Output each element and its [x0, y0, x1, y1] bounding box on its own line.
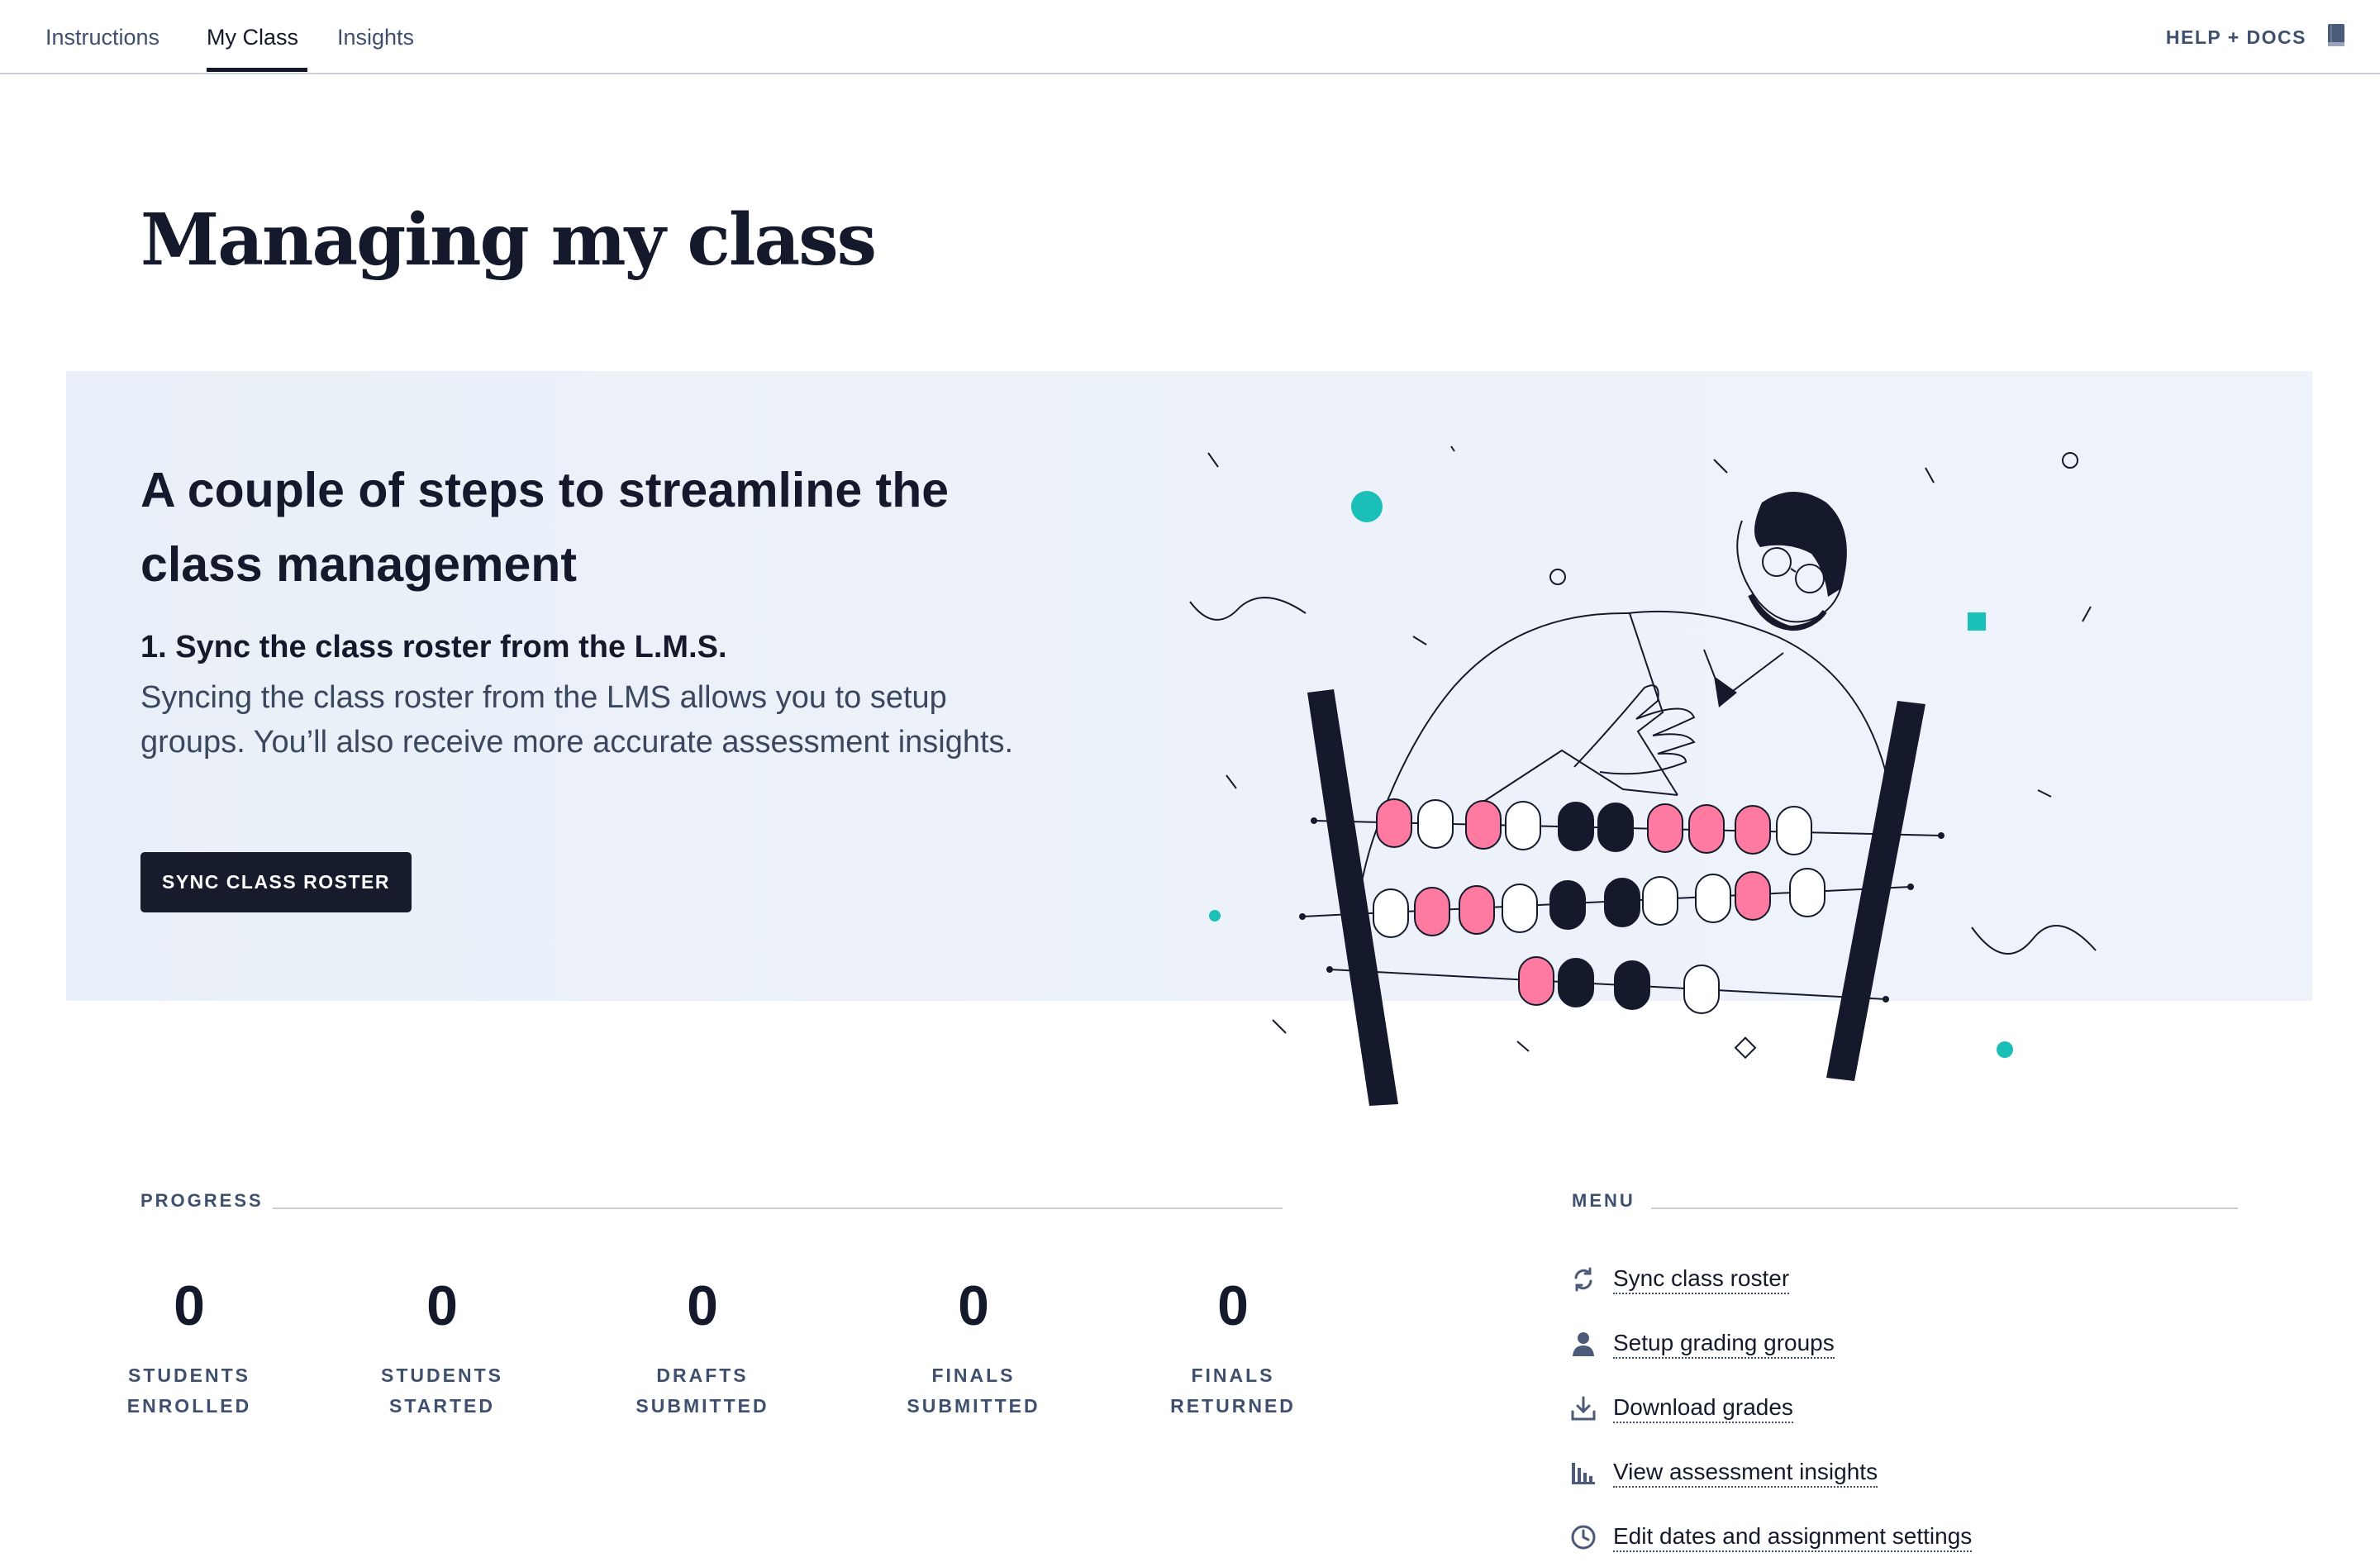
menu-link-label[interactable]: Setup grading groups: [1613, 1329, 1835, 1359]
bar-chart-icon: [1568, 1458, 1598, 1488]
stat-label-line1: STUDENTS: [381, 1365, 503, 1386]
stat-value: 0: [174, 1274, 205, 1337]
stat-label-line1: DRAFTS: [656, 1365, 749, 1386]
download-icon: [1568, 1393, 1598, 1423]
tab-instructions[interactable]: Instructions: [45, 25, 159, 50]
book-icon[interactable]: [2326, 23, 2346, 48]
abacus-illustration: [1189, 445, 2097, 1106]
stat-label-line1: FINALS: [931, 1365, 1016, 1386]
menu-item-grading-groups[interactable]: Setup grading groups: [1568, 1326, 1835, 1362]
menu-item-sync-roster[interactable]: Sync class roster: [1568, 1261, 1790, 1298]
menu-label: MENU: [1572, 1190, 1635, 1211]
stat-label-line2: ENROLLED: [126, 1395, 252, 1417]
stat-label-line2: SUBMITTED: [635, 1395, 769, 1417]
stat-students-started: 0 STUDENTS STARTED: [339, 1273, 545, 1422]
top-navigation: Instructions My Class Insights HELP + DO…: [0, 0, 2380, 74]
stat-label-line2: SUBMITTED: [907, 1395, 1040, 1417]
menu-link-label[interactable]: Sync class roster: [1613, 1265, 1790, 1294]
stat-label-line2: STARTED: [389, 1395, 495, 1417]
menu-link-label[interactable]: Download grades: [1613, 1393, 1793, 1423]
stat-finals-submitted: 0 FINALS SUBMITTED: [870, 1273, 1077, 1422]
stat-value: 0: [1217, 1274, 1249, 1337]
menu-link-label[interactable]: Edit dates and assignment settings: [1613, 1522, 1973, 1552]
stat-finals-returned: 0 FINALS RETURNED: [1130, 1273, 1336, 1422]
menu-item-assessment-insights[interactable]: View assessment insights: [1568, 1455, 1878, 1491]
menu-divider: [1651, 1207, 2238, 1209]
clock-icon: [1568, 1522, 1598, 1552]
active-tab-indicator: [207, 68, 307, 72]
stat-label-line1: STUDENTS: [128, 1365, 250, 1386]
hero-title: A couple of steps to streamline the clas…: [140, 463, 950, 592]
stat-drafts-submitted: 0 DRAFTS SUBMITTED: [599, 1273, 806, 1422]
stat-students-enrolled: 0 STUDENTS ENROLLED: [86, 1273, 293, 1422]
person-icon: [1568, 1329, 1598, 1359]
step-description: Syncing the class roster from the LMS al…: [140, 680, 1014, 760]
tab-insights[interactable]: Insights: [337, 25, 414, 50]
menu-item-download-grades[interactable]: Download grades: [1568, 1390, 1793, 1426]
stat-value: 0: [426, 1274, 458, 1337]
stat-label-line1: FINALS: [1191, 1365, 1275, 1386]
progress-divider: [273, 1207, 1283, 1209]
step-title: 1. Sync the class roster from the L.M.S.: [140, 630, 727, 664]
tab-my-class[interactable]: My Class: [207, 25, 298, 50]
page-title: Managing my class: [140, 198, 877, 282]
help-docs-link[interactable]: HELP + DOCS: [2166, 26, 2306, 49]
menu-item-edit-dates[interactable]: Edit dates and assignment settings: [1568, 1519, 1973, 1555]
stat-label-line2: RETURNED: [1170, 1395, 1296, 1417]
sync-icon: [1568, 1265, 1598, 1294]
progress-label: PROGRESS: [140, 1190, 264, 1211]
stat-value: 0: [958, 1274, 989, 1337]
stat-value: 0: [687, 1274, 718, 1337]
menu-link-label[interactable]: View assessment insights: [1613, 1458, 1878, 1488]
sync-class-roster-button[interactable]: SYNC CLASS ROSTER: [140, 852, 412, 912]
